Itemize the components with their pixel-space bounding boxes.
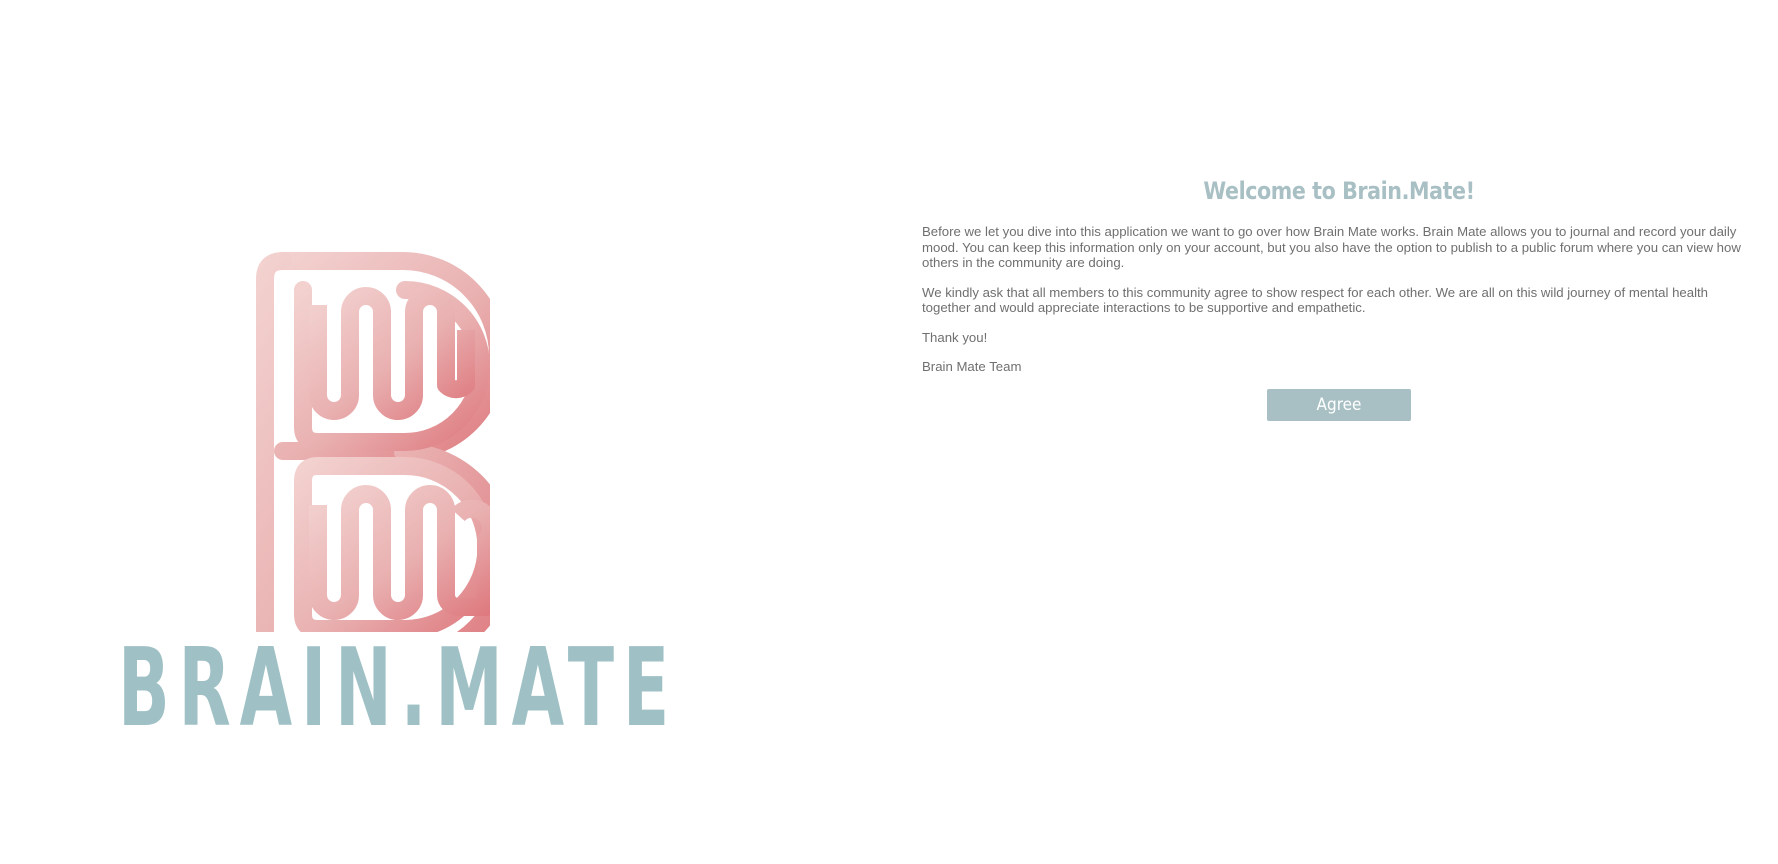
welcome-title: Welcome to Brain.Mate! — [1203, 177, 1475, 205]
brand-wordmark: BRAIN.MATE — [118, 635, 678, 735]
button-row: Agree — [922, 388, 1756, 421]
signature-text: Brain Mate Team — [922, 359, 1022, 374]
respect-paragraph: We kindly ask that all members to this c… — [922, 284, 1709, 316]
brand-wordmark-text: BRAIN.MATE — [118, 635, 678, 735]
welcome-panel: Welcome to Brain.Mate! Before we let you… — [922, 176, 1756, 421]
intro-paragraph: Before we let you dive into this applica… — [922, 224, 1741, 270]
thank-you-text: Thank you! — [922, 329, 988, 345]
welcome-page: BRAIN.MATE Welcome to Brain.Mate! Before… — [0, 0, 1778, 864]
agree-button[interactable]: Agree — [1267, 388, 1411, 421]
brain-b-logo-icon — [256, 252, 490, 632]
logo-panel: BRAIN.MATE — [0, 0, 810, 864]
